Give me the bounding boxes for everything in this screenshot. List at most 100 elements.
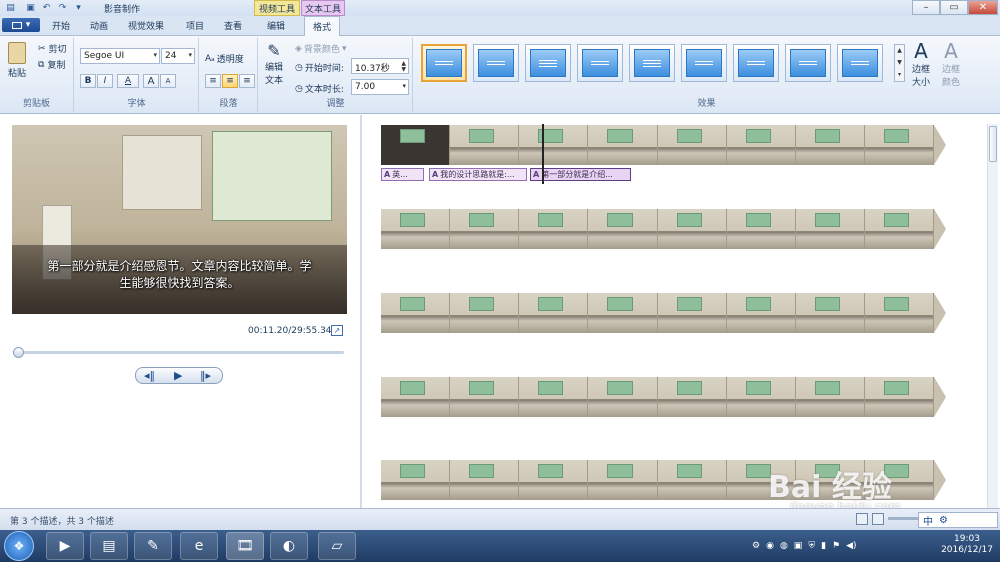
media-player-icon[interactable]: ▶ [46, 532, 84, 560]
copy-button[interactable]: ⧉ 复制 [38, 58, 65, 72]
penguin-app-icon[interactable]: ◐ [270, 532, 308, 560]
effect-none[interactable] [421, 44, 467, 82]
align-right-button[interactable]: ≡ [239, 74, 255, 88]
ribbon: 粘贴 ✂ 剪切 ⧉ 复制 剪贴板 Segoe UI ▾ 24 ▾ B I A A A 字… [0, 36, 1000, 114]
clip-frame [588, 377, 658, 417]
effect-thumbnail-icon [634, 49, 670, 77]
shrink-font-button[interactable]: A [160, 74, 176, 88]
ime-toolbar[interactable]: 中 ⚙ [918, 512, 998, 528]
clip-frame [795, 293, 865, 333]
status-bar: 第 3 个描述，共 3 个描述 [0, 508, 1000, 530]
zoom-out-icon[interactable] [872, 513, 884, 525]
clip-frame [726, 293, 796, 333]
edit-text-button[interactable]: ✎ 编辑 文本 [265, 42, 283, 87]
start-button[interactable]: ❖ [4, 531, 34, 561]
italic-button[interactable]: I [97, 74, 113, 88]
ime-settings-icon[interactable]: ⚙ [939, 515, 948, 526]
transparency-button[interactable]: Aₐ 透明度 [205, 52, 244, 66]
effect-scroll[interactable] [629, 44, 675, 82]
tray-app-icon[interactable]: ▣ [794, 541, 803, 551]
shield-icon[interactable]: ⛨ [808, 541, 815, 551]
seek-handle[interactable] [13, 347, 24, 358]
notes-icon[interactable]: ▱ [318, 532, 356, 560]
effects-gallery-scroll[interactable]: ▲ ▼ ▾ [894, 44, 905, 82]
next-frame-icon[interactable]: ‖▸ [200, 369, 211, 382]
effect-thumbnail-icon [842, 49, 878, 77]
tab-project[interactable]: 项目 [186, 19, 204, 32]
pane-divider[interactable] [360, 115, 362, 508]
tray-app-icon[interactable]: ◉ [766, 541, 774, 551]
undo-icon[interactable]: ↶ [40, 1, 53, 14]
align-left-button[interactable]: ≡ [205, 74, 221, 88]
effect-rise[interactable] [785, 44, 831, 82]
tab-edit[interactable]: 编辑 [267, 19, 285, 32]
clipboard-icon [8, 42, 26, 64]
timeline-row[interactable] [381, 377, 946, 417]
effect-zoom[interactable] [837, 44, 883, 82]
close-button[interactable]: ✕ [968, 0, 998, 15]
app-icon[interactable]: ▤ [4, 1, 17, 14]
clip-end-arrow [934, 460, 946, 500]
clip-frame [588, 460, 658, 500]
clock[interactable]: 19:03 2016/12/17 [938, 530, 996, 562]
grow-font-button[interactable]: A [143, 74, 159, 88]
tray-app-icon[interactable]: ⚙ [752, 541, 760, 551]
movie-maker-icon[interactable]: 🎞 [226, 532, 264, 560]
scissors-icon: ✂ [38, 43, 46, 54]
flag-icon[interactable]: ⚑ [832, 541, 840, 551]
file-explorer-icon[interactable]: ▤ [90, 532, 128, 560]
internet-explorer-icon[interactable]: e [180, 532, 218, 560]
outline-color-button[interactable]: A 边框 颜色 [942, 40, 960, 88]
font-family-select[interactable]: Segoe UI ▾ [80, 48, 160, 64]
play-icon[interactable]: ▶ [174, 369, 182, 382]
caption-clip-selected[interactable]: A 第一部分就是介绍... [530, 168, 631, 181]
scrollbar-thumb[interactable] [989, 126, 997, 162]
tab-visual-effects[interactable]: 视觉效果 [128, 19, 164, 32]
effect-fly[interactable] [525, 44, 571, 82]
network-icon[interactable]: ▮ [821, 541, 826, 551]
redo-icon[interactable]: ↷ [56, 1, 69, 14]
tab-home[interactable]: 开始 [52, 19, 70, 32]
effect-slide-right[interactable] [733, 44, 779, 82]
volume-icon[interactable]: ◀) [846, 541, 856, 551]
effect-fade[interactable] [473, 44, 519, 82]
effect-thumbnail-icon [790, 49, 826, 77]
timeline-row[interactable] [381, 293, 946, 333]
paint-icon[interactable]: ✎ [134, 532, 172, 560]
font-color-button[interactable]: A [117, 74, 139, 88]
clip-frame [657, 460, 727, 500]
timeline-row[interactable] [381, 209, 946, 249]
app-menu-button[interactable]: ▾ [2, 18, 40, 32]
align-center-button[interactable]: ≡ [222, 74, 238, 88]
maximize-button[interactable]: ▭ [940, 0, 968, 15]
paste-button[interactable]: 粘贴 [8, 42, 26, 79]
customize-icon[interactable]: ▾ [72, 1, 85, 14]
fullscreen-icon[interactable]: ↗ [331, 325, 343, 336]
start-time-input[interactable]: 10.37秒 ▲ ▼ [351, 58, 409, 74]
tab-format[interactable]: 格式 [304, 16, 341, 37]
timeline-scrollbar[interactable] [987, 124, 998, 508]
duration-select[interactable]: 7.00 ▾ [351, 79, 409, 95]
clip-frame [795, 377, 865, 417]
background-color-button[interactable]: ◈ 背景颜色 ▾ [295, 42, 346, 56]
tab-animation[interactable]: 动画 [90, 19, 108, 32]
minimize-button[interactable]: – [912, 0, 940, 15]
bold-button[interactable]: B [80, 74, 96, 88]
outline-size-button[interactable]: A 边框 大小 [912, 40, 930, 88]
video-preview[interactable]: 第一部分就是介绍感恩节。文章内容比较简单。学 生能够很快找到答案。 [12, 125, 347, 314]
effect-slide-left[interactable] [681, 44, 727, 82]
storyboard-view-icon[interactable] [856, 513, 868, 525]
font-size-select[interactable]: 24 ▾ [161, 48, 195, 64]
caption-clip[interactable]: A 英... [381, 168, 424, 181]
caption-clip[interactable]: A 我的设计思路就是:... [429, 168, 527, 181]
timeline-row[interactable] [381, 125, 946, 165]
tray-app-icon[interactable]: ◍ [780, 541, 788, 551]
previous-frame-icon[interactable]: ◂‖ [144, 369, 155, 382]
save-icon[interactable]: ▣ [24, 1, 37, 14]
tab-view[interactable]: 查看 [224, 19, 242, 32]
cut-button[interactable]: ✂ 剪切 [38, 42, 67, 56]
seek-bar[interactable] [14, 351, 344, 354]
clip-frame [795, 209, 865, 249]
playhead[interactable] [542, 124, 544, 184]
effect-swing[interactable] [577, 44, 623, 82]
